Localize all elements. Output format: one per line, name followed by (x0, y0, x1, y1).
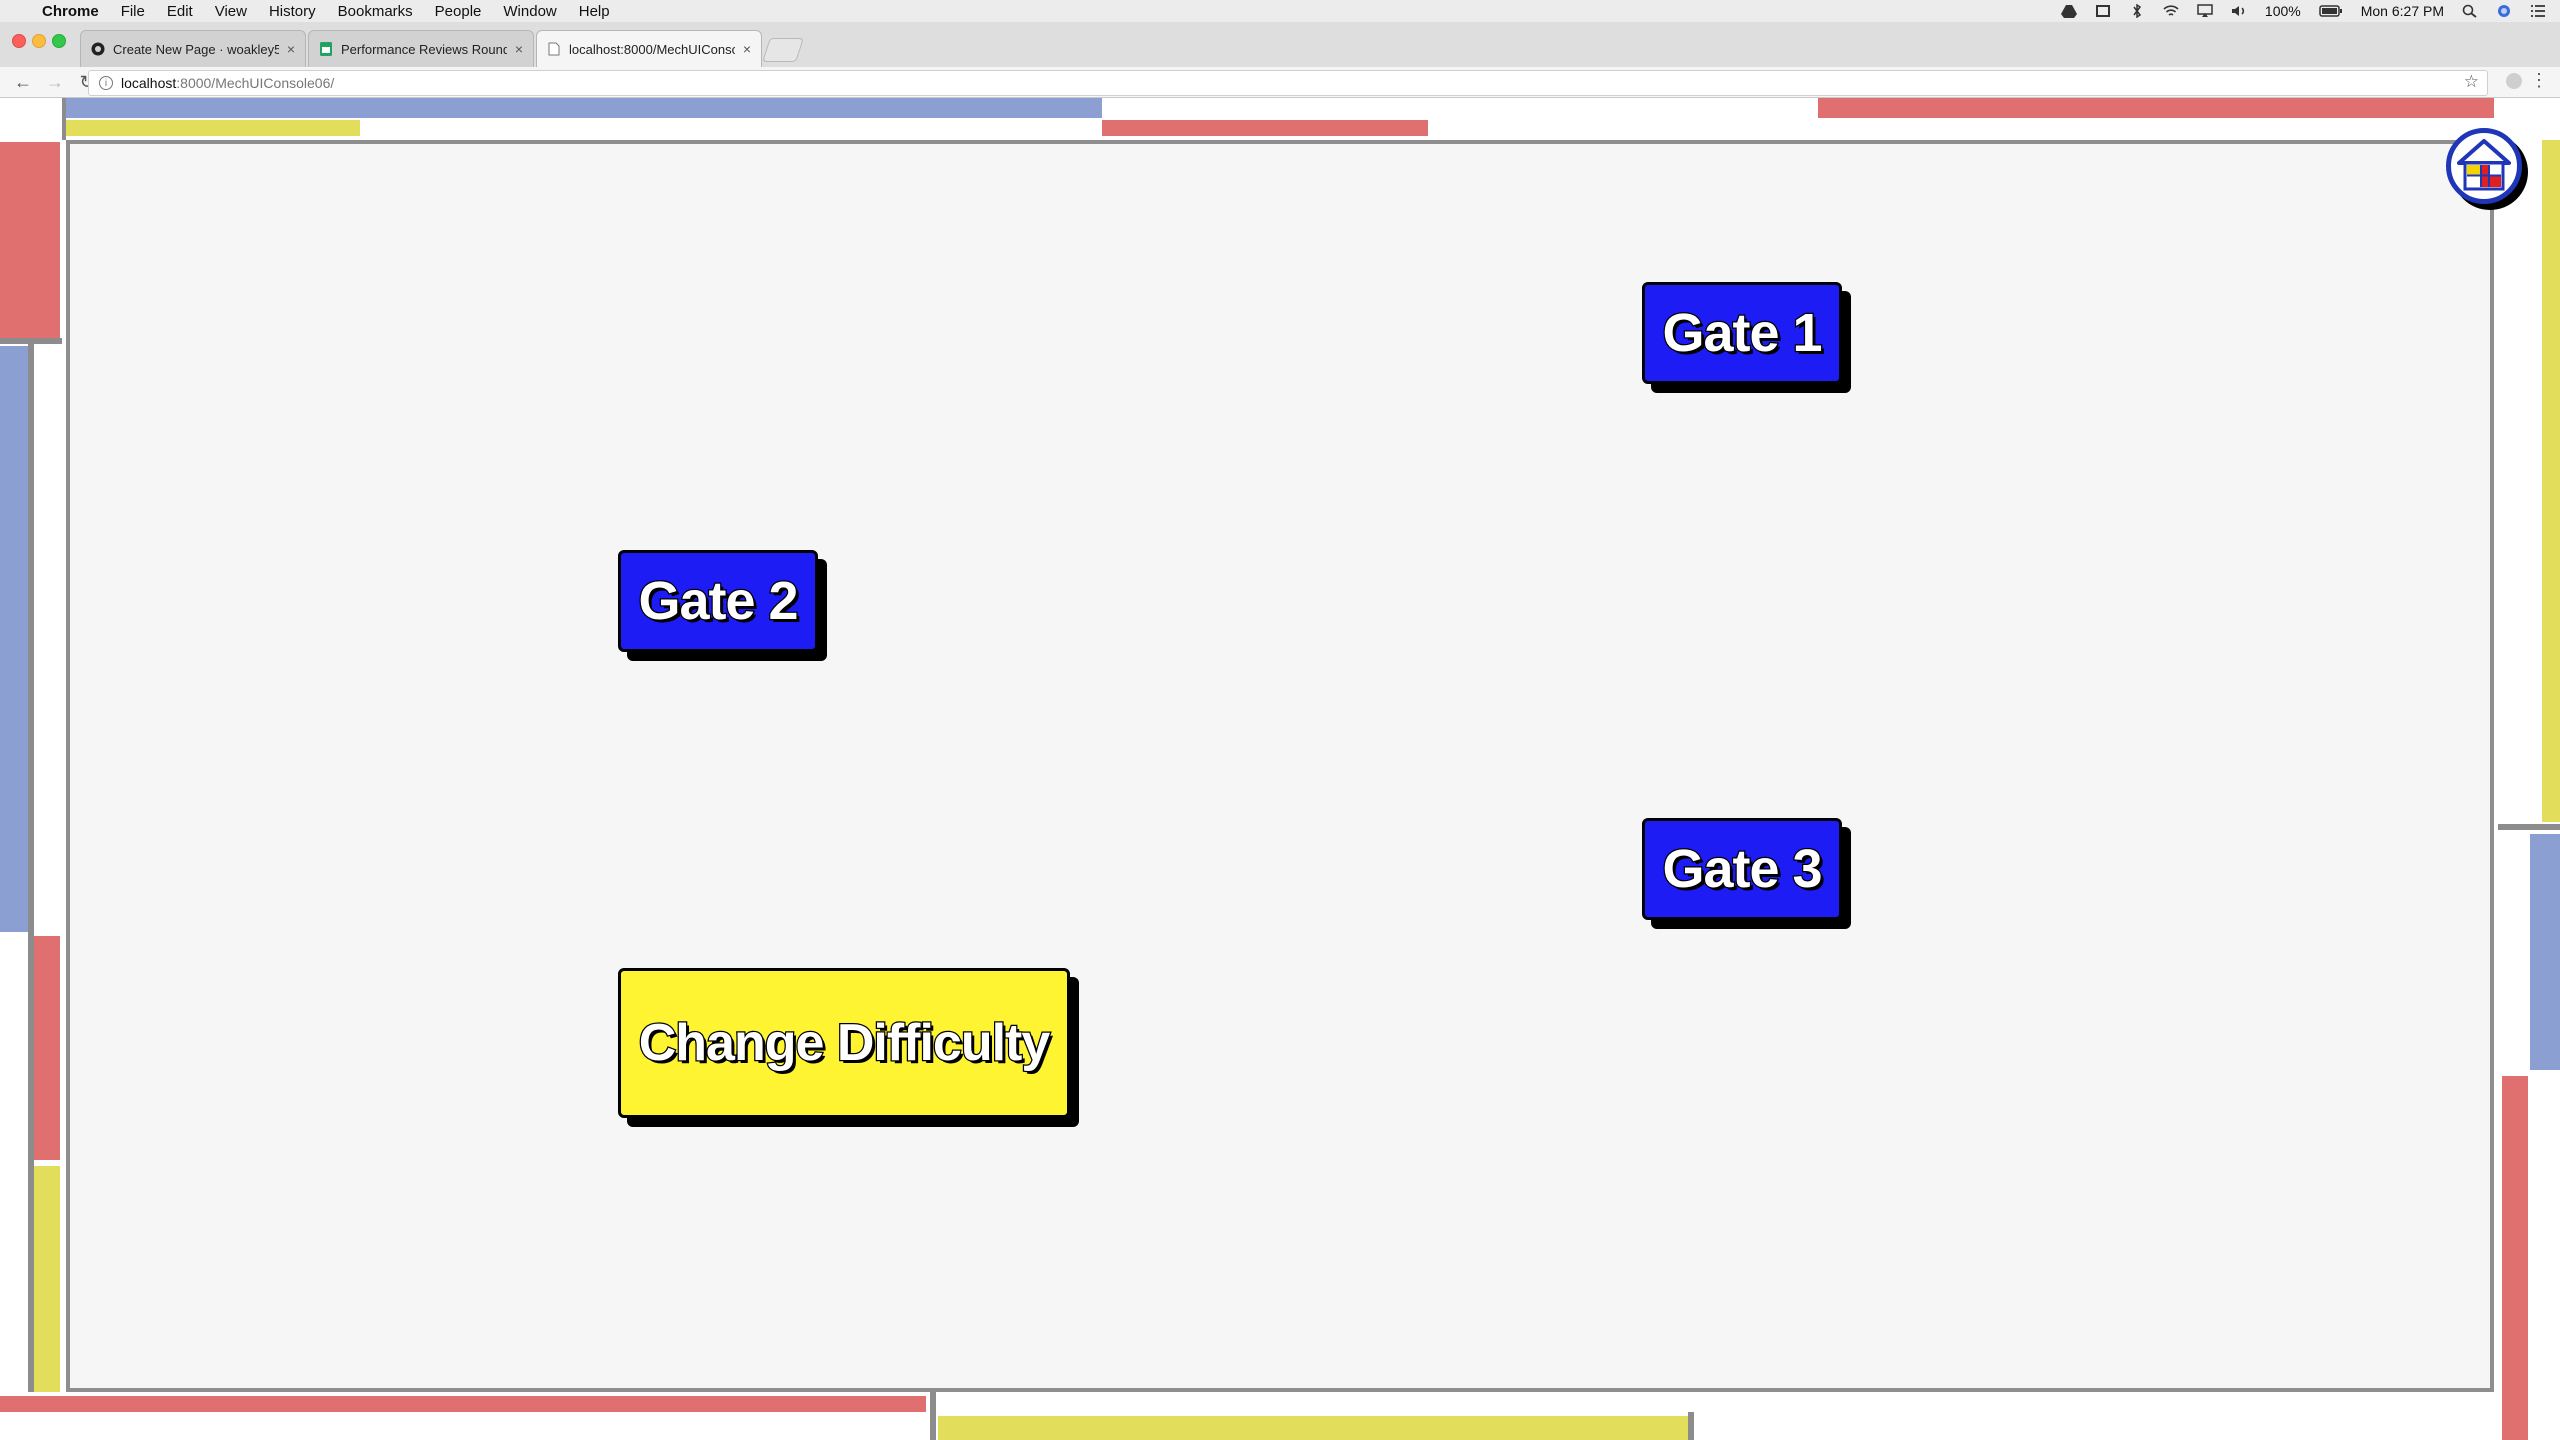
mondrian-line (28, 340, 34, 1392)
mondrian-block (2532, 1076, 2560, 1440)
browser-tab-strip: Create New Page · woakley5/Mec × Perform… (0, 22, 2560, 68)
tab-localhost[interactable]: localhost:8000/MechUIConsole06/ × (536, 30, 762, 67)
game-console-panel (66, 140, 2494, 1392)
tab-github[interactable]: Create New Page · woakley5/Mec × (80, 30, 306, 67)
mondrian-line (930, 1392, 936, 1440)
battery-icon[interactable] (2318, 4, 2343, 18)
site-info-icon[interactable]: i (99, 76, 113, 90)
mondrian-block (0, 98, 60, 136)
mondrian-line (0, 338, 62, 344)
menu-help[interactable]: Help (579, 3, 610, 20)
volume-icon[interactable] (2231, 4, 2247, 18)
mondrian-block (34, 936, 60, 1160)
address-bar[interactable]: i localhost:8000/MechUIConsole06/ ☆ (88, 70, 2488, 96)
mondrian-block (34, 346, 60, 930)
mondrian-block (1104, 98, 1814, 116)
bookmark-star-icon[interactable]: ☆ (2464, 72, 2479, 92)
url-host: localhost (121, 75, 177, 91)
browser-toolbar: ← → ↻ i localhost:8000/MechUIConsole06/ … (0, 67, 2560, 98)
mondrian-block (2542, 140, 2560, 822)
menu-window[interactable]: Window (503, 3, 556, 20)
mondrian-line (2498, 824, 2560, 830)
window-close-button[interactable] (12, 34, 26, 48)
menu-history[interactable]: History (269, 3, 316, 20)
mondrian-block (2502, 1076, 2528, 1440)
new-tab-button[interactable] (762, 38, 804, 62)
mondrian-block (0, 1416, 926, 1440)
menu-bookmarks[interactable]: Bookmarks (338, 3, 413, 20)
mondrian-block (1102, 120, 1428, 136)
tab-close-icon[interactable]: × (287, 41, 295, 57)
battery-percent: 100% (2264, 3, 2301, 19)
mondrian-line (1688, 1412, 1694, 1440)
github-icon (91, 42, 105, 56)
mondrian-home-icon (2457, 139, 2511, 191)
drive-sync-icon[interactable] (2060, 4, 2077, 18)
mondrian-block (66, 98, 1102, 118)
menu-edit[interactable]: Edit (167, 3, 193, 20)
gate-2-button[interactable]: Gate 2 (618, 550, 818, 652)
mondrian-block (34, 1166, 60, 1392)
dropbox-icon[interactable] (2095, 4, 2111, 18)
extension-icon[interactable] (2506, 73, 2522, 89)
airplay-icon[interactable] (2197, 4, 2213, 18)
sheets-icon (320, 42, 332, 56)
gate-1-button[interactable]: Gate 1 (1642, 282, 1842, 384)
mondrian-block (938, 1416, 1688, 1440)
tab-close-icon[interactable]: × (515, 41, 523, 57)
mondrian-block (938, 1396, 2494, 1412)
menu-chrome[interactable]: Chrome (42, 3, 99, 20)
menu-people[interactable]: People (435, 3, 482, 20)
siri-icon[interactable] (2496, 4, 2512, 18)
mondrian-block (66, 120, 360, 136)
back-arrow-icon[interactable]: ← (14, 72, 32, 93)
mondrian-spacer (2500, 732, 2560, 828)
window-minimize-button[interactable] (32, 34, 46, 48)
tab-close-icon[interactable]: × (743, 41, 751, 57)
mondrian-block (0, 938, 28, 1392)
mondrian-block (0, 1396, 926, 1412)
window-zoom-button[interactable] (52, 34, 66, 48)
page-viewport: Gate 1 Gate 2 Gate 3 Change Difficulty (0, 98, 2560, 1440)
menu-file[interactable]: File (121, 3, 145, 20)
mondrian-block (0, 142, 60, 338)
home-button[interactable] (2446, 128, 2522, 204)
tab-title: localhost:8000/MechUIConsole06/ (569, 41, 735, 57)
bluetooth-icon[interactable] (2129, 4, 2145, 18)
notification-center-icon[interactable] (2530, 4, 2546, 18)
menubar-clock[interactable]: Mon 6:27 PM (2361, 3, 2444, 19)
macos-menu-bar: Chrome File Edit View History Bookmarks … (0, 0, 2560, 23)
mondrian-block (364, 120, 1098, 136)
page-icon (548, 42, 560, 56)
menu-view[interactable]: View (215, 3, 247, 20)
gate-3-button[interactable]: Gate 3 (1642, 818, 1842, 920)
forward-arrow-icon[interactable]: → (46, 72, 64, 93)
tab-title: Create New Page · woakley5/Mec (113, 41, 279, 57)
url-path: :8000/MechUIConsole06/ (176, 75, 335, 91)
mondrian-block (1818, 98, 2494, 118)
mondrian-line (62, 98, 66, 140)
mondrian-block (2530, 834, 2560, 1070)
mondrian-block (1694, 1416, 2494, 1440)
chrome-menu-icon[interactable]: ⋮ (2530, 70, 2548, 91)
mondrian-block (0, 346, 28, 932)
mondrian-block (1432, 120, 2494, 136)
tab-performance-reviews[interactable]: Performance Reviews Round 3 × (308, 30, 534, 67)
tab-title: Performance Reviews Round 3 (341, 41, 507, 57)
spotlight-search-icon[interactable] (2462, 4, 2478, 18)
change-difficulty-button[interactable]: Change Difficulty (618, 968, 1070, 1118)
wifi-icon[interactable] (2163, 4, 2179, 18)
mondrian-block (2502, 834, 2526, 1070)
